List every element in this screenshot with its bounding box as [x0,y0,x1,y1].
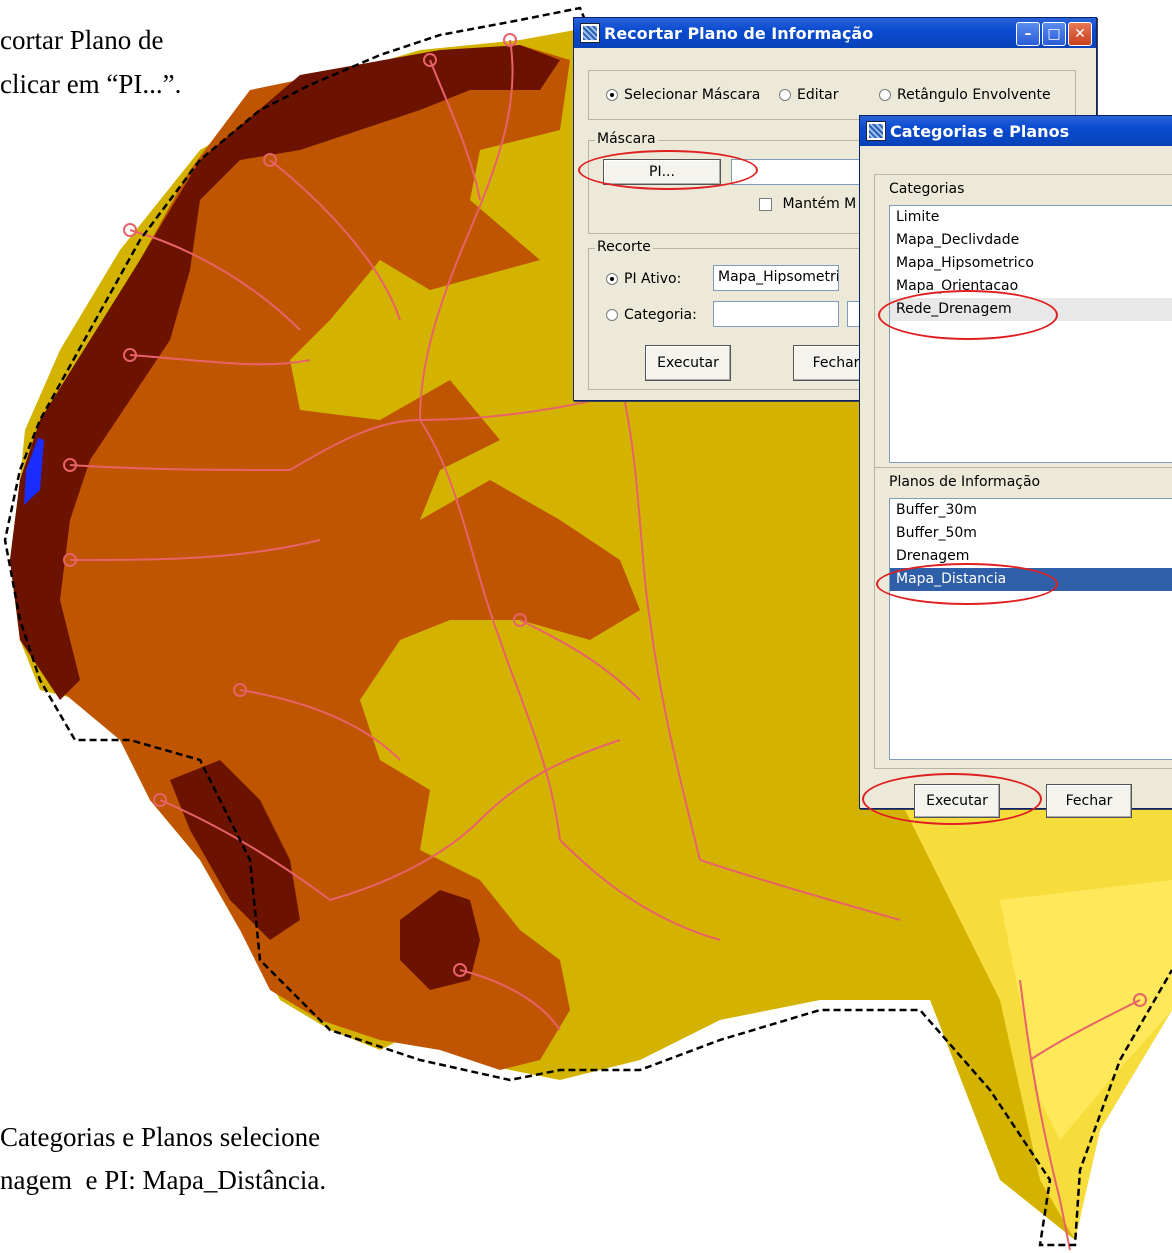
mascara-label: Máscara [595,131,658,147]
list-item-categoria-selected[interactable]: Rede_Drenagem [890,298,1172,321]
planos-label: Planos de Informação [889,474,1041,490]
pi-button[interactable]: PI... [603,159,721,185]
list-item-plano[interactable]: Buffer_50m [890,522,1172,545]
radio-categoria[interactable]: Categoria: [606,307,697,323]
list-item-categoria[interactable]: Mapa_Hipsometrico [890,252,1172,275]
list-item-plano[interactable]: Drenagem [890,545,1172,568]
recortar-executar-button[interactable]: Executar [645,345,731,381]
minimize-icon[interactable]: – [1016,22,1040,46]
list-item-categoria[interactable]: Mapa_Declivdade [890,229,1172,252]
categorias-title: Categorias e Planos [890,121,1070,141]
list-item-plano[interactable]: Buffer_30m [890,499,1172,522]
pi-ativo-field[interactable]: Mapa_Hipsometri [713,265,839,291]
radio-editar[interactable]: Editar [779,87,838,103]
instruction-text-top-2: clicar em “PI...”. [0,69,182,99]
list-item-categoria[interactable]: Mapa_Orientacao [890,275,1172,298]
maximize-icon[interactable]: □ [1042,22,1066,46]
categorias-list[interactable]: Limite Mapa_Declivdade Mapa_Hipsometrico… [889,205,1172,463]
close-icon[interactable]: ✕ [1068,22,1092,46]
instruction-text-bottom-1: Categorias e Planos selecione [0,1122,321,1152]
planos-group: Planos de Informação Buffer_30m Buffer_5… [874,468,1172,769]
categorias-label: Categorias [889,181,965,197]
categoria-field[interactable] [713,301,839,327]
radio-selecionar-mascara[interactable]: Selecionar Máscara [606,87,760,103]
mantem-checkbox[interactable]: Mantém M [759,196,856,212]
app-icon [866,121,886,141]
radio-retangulo-envolvente[interactable]: Retângulo Envolvente [879,87,1051,103]
instruction-text-bottom-2: nagem e PI: Mapa_Distância. [0,1165,327,1195]
radio-pi-ativo[interactable]: PI Ativo: [606,271,681,287]
instruction-text-top-1: cortar Plano de [0,25,164,55]
list-item-categoria[interactable]: Limite [890,206,1172,229]
recortar-title: Recortar Plano de Informação [604,23,874,43]
radio-dot-selected [606,89,618,101]
planos-list[interactable]: Buffer_30m Buffer_50m Drenagem Mapa_Dist… [889,498,1172,760]
mode-group: Selecionar Máscara Editar Retângulo Envo… [588,70,1076,120]
categorias-titlebar[interactable]: Categorias e Planos [860,116,1172,146]
categorias-fechar-button[interactable]: Fechar [1046,784,1132,818]
recortar-titlebar[interactable]: Recortar Plano de Informação – □ ✕ [574,18,1096,48]
categorias-group: Categorias Limite Mapa_Declivdade Mapa_H… [874,174,1172,468]
app-icon [580,23,600,43]
recorte-label: Recorte [595,239,653,255]
list-item-plano-selected[interactable]: Mapa_Distancia [890,568,1172,591]
categorias-executar-button[interactable]: Executar [914,784,1000,818]
categorias-planos-dialog: Categorias e Planos Categorias Limite Ma… [859,115,1172,818]
